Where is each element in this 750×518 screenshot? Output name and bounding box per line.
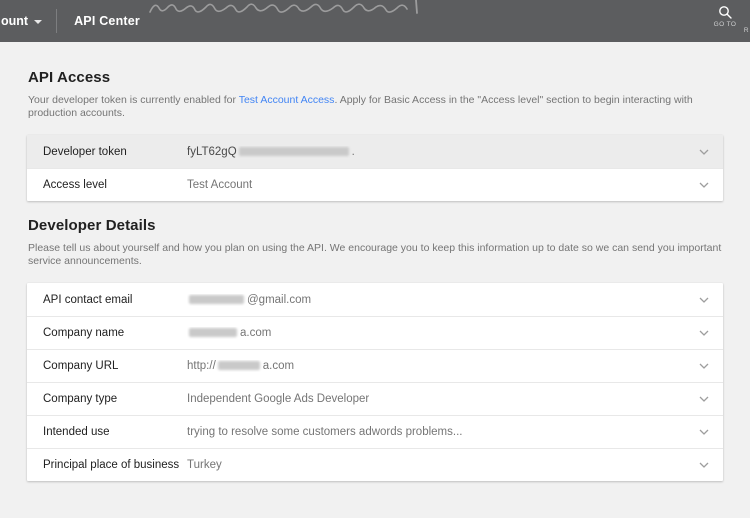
field-value: http:// a.com	[187, 360, 689, 372]
field-value: @gmail.com	[187, 294, 689, 306]
section-title-developer-details: Developer Details	[28, 217, 156, 234]
redacted-text	[217, 361, 260, 370]
chevron-down-icon	[699, 363, 709, 369]
row-expand-control	[699, 462, 709, 468]
field-value: Turkey	[187, 459, 222, 471]
row-expand-control	[699, 297, 709, 303]
description-text: Your developer token is currently enable…	[28, 94, 239, 106]
field-row-access-level[interactable]: Access level Test Account	[27, 168, 723, 201]
handwriting-watermark	[149, 0, 418, 14]
developer-details-card: API contact email @gmail.com Company name a…	[27, 283, 723, 481]
field-value-visible-part: @gmail.com	[247, 293, 312, 306]
field-label: Company name	[43, 327, 125, 339]
page-title: API Center	[74, 14, 140, 28]
chevron-down-icon	[699, 330, 709, 336]
field-value: a.com	[187, 327, 689, 339]
field-label: Access level	[43, 179, 107, 191]
chevron-down-icon	[699, 396, 709, 402]
search-icon	[719, 6, 732, 19]
field-value-visible-part: a.com	[240, 327, 272, 339]
field-value: Independent Google Ads Developer	[187, 393, 370, 405]
field-value: Test Account	[187, 179, 253, 191]
caret-down-icon	[34, 19, 43, 24]
field-value: trying to resolve some customers adwords…	[187, 426, 463, 438]
redacted-text	[189, 294, 244, 304]
field-row-principal-place-of-business[interactable]: Principal place of business Turkey	[27, 448, 723, 481]
section-title-api-access: API Access	[28, 69, 111, 86]
field-value-visible-part: http://	[187, 360, 216, 372]
account-menu[interactable]: ount	[0, 14, 43, 28]
chevron-down-icon	[699, 429, 709, 435]
field-row-company-type[interactable]: Company type Independent Google Ads Devel…	[27, 382, 723, 415]
chevron-down-icon	[699, 462, 709, 468]
account-menu-label: ount	[1, 14, 29, 28]
row-expand-control	[699, 182, 709, 188]
field-row-intended-use[interactable]: Intended use trying to resolve some custo…	[27, 415, 723, 448]
field-label: Intended use	[43, 426, 110, 438]
chevron-down-icon	[699, 182, 709, 188]
field-label: Company URL	[43, 360, 119, 372]
row-expand-control	[699, 429, 709, 435]
field-row-company-name[interactable]: Company name a.com	[27, 316, 723, 349]
api-center-content: API Access Your developer token is curre…	[0, 69, 750, 481]
goto-label: GO TO	[713, 21, 737, 28]
field-label: API contact email	[43, 293, 133, 306]
redacted-text	[189, 328, 237, 337]
field-label: Company type	[43, 393, 118, 405]
developer-details-description: Please tell us about yourself and how yo…	[28, 242, 722, 267]
field-row-company-url[interactable]: Company URL http:// a.com	[27, 349, 723, 382]
app-header: ount API Center GO TO R	[0, 0, 750, 42]
chevron-down-icon	[699, 149, 709, 155]
partial-nav-label: R	[743, 27, 749, 34]
field-value-visible-part: fyLT62gQ	[187, 145, 237, 158]
field-value-visible-part: .	[351, 145, 355, 158]
header-divider	[56, 9, 58, 33]
field-label: Principal place of business	[43, 459, 180, 471]
row-expand-control	[699, 330, 709, 336]
field-value-visible-part: a.com	[262, 360, 295, 372]
row-expand-control	[699, 396, 709, 402]
goto-search[interactable]: GO TO	[708, 5, 742, 28]
row-expand-control	[699, 363, 709, 369]
field-row-developer-token[interactable]: Developer token fyLT62gQ.	[27, 135, 723, 168]
field-row-api-contact-email[interactable]: API contact email @gmail.com	[27, 283, 723, 316]
row-expand-control	[699, 149, 709, 155]
field-label: Developer token	[43, 145, 127, 158]
field-value: fyLT62gQ.	[187, 146, 689, 158]
redacted-text	[238, 146, 349, 156]
api-access-description: Your developer token is currently enable…	[28, 94, 723, 120]
api-access-card: Developer token fyLT62gQ. Access level Test…	[27, 135, 723, 201]
test-account-access-link[interactable]: Test Account Access	[239, 94, 335, 106]
chevron-down-icon	[699, 297, 709, 303]
